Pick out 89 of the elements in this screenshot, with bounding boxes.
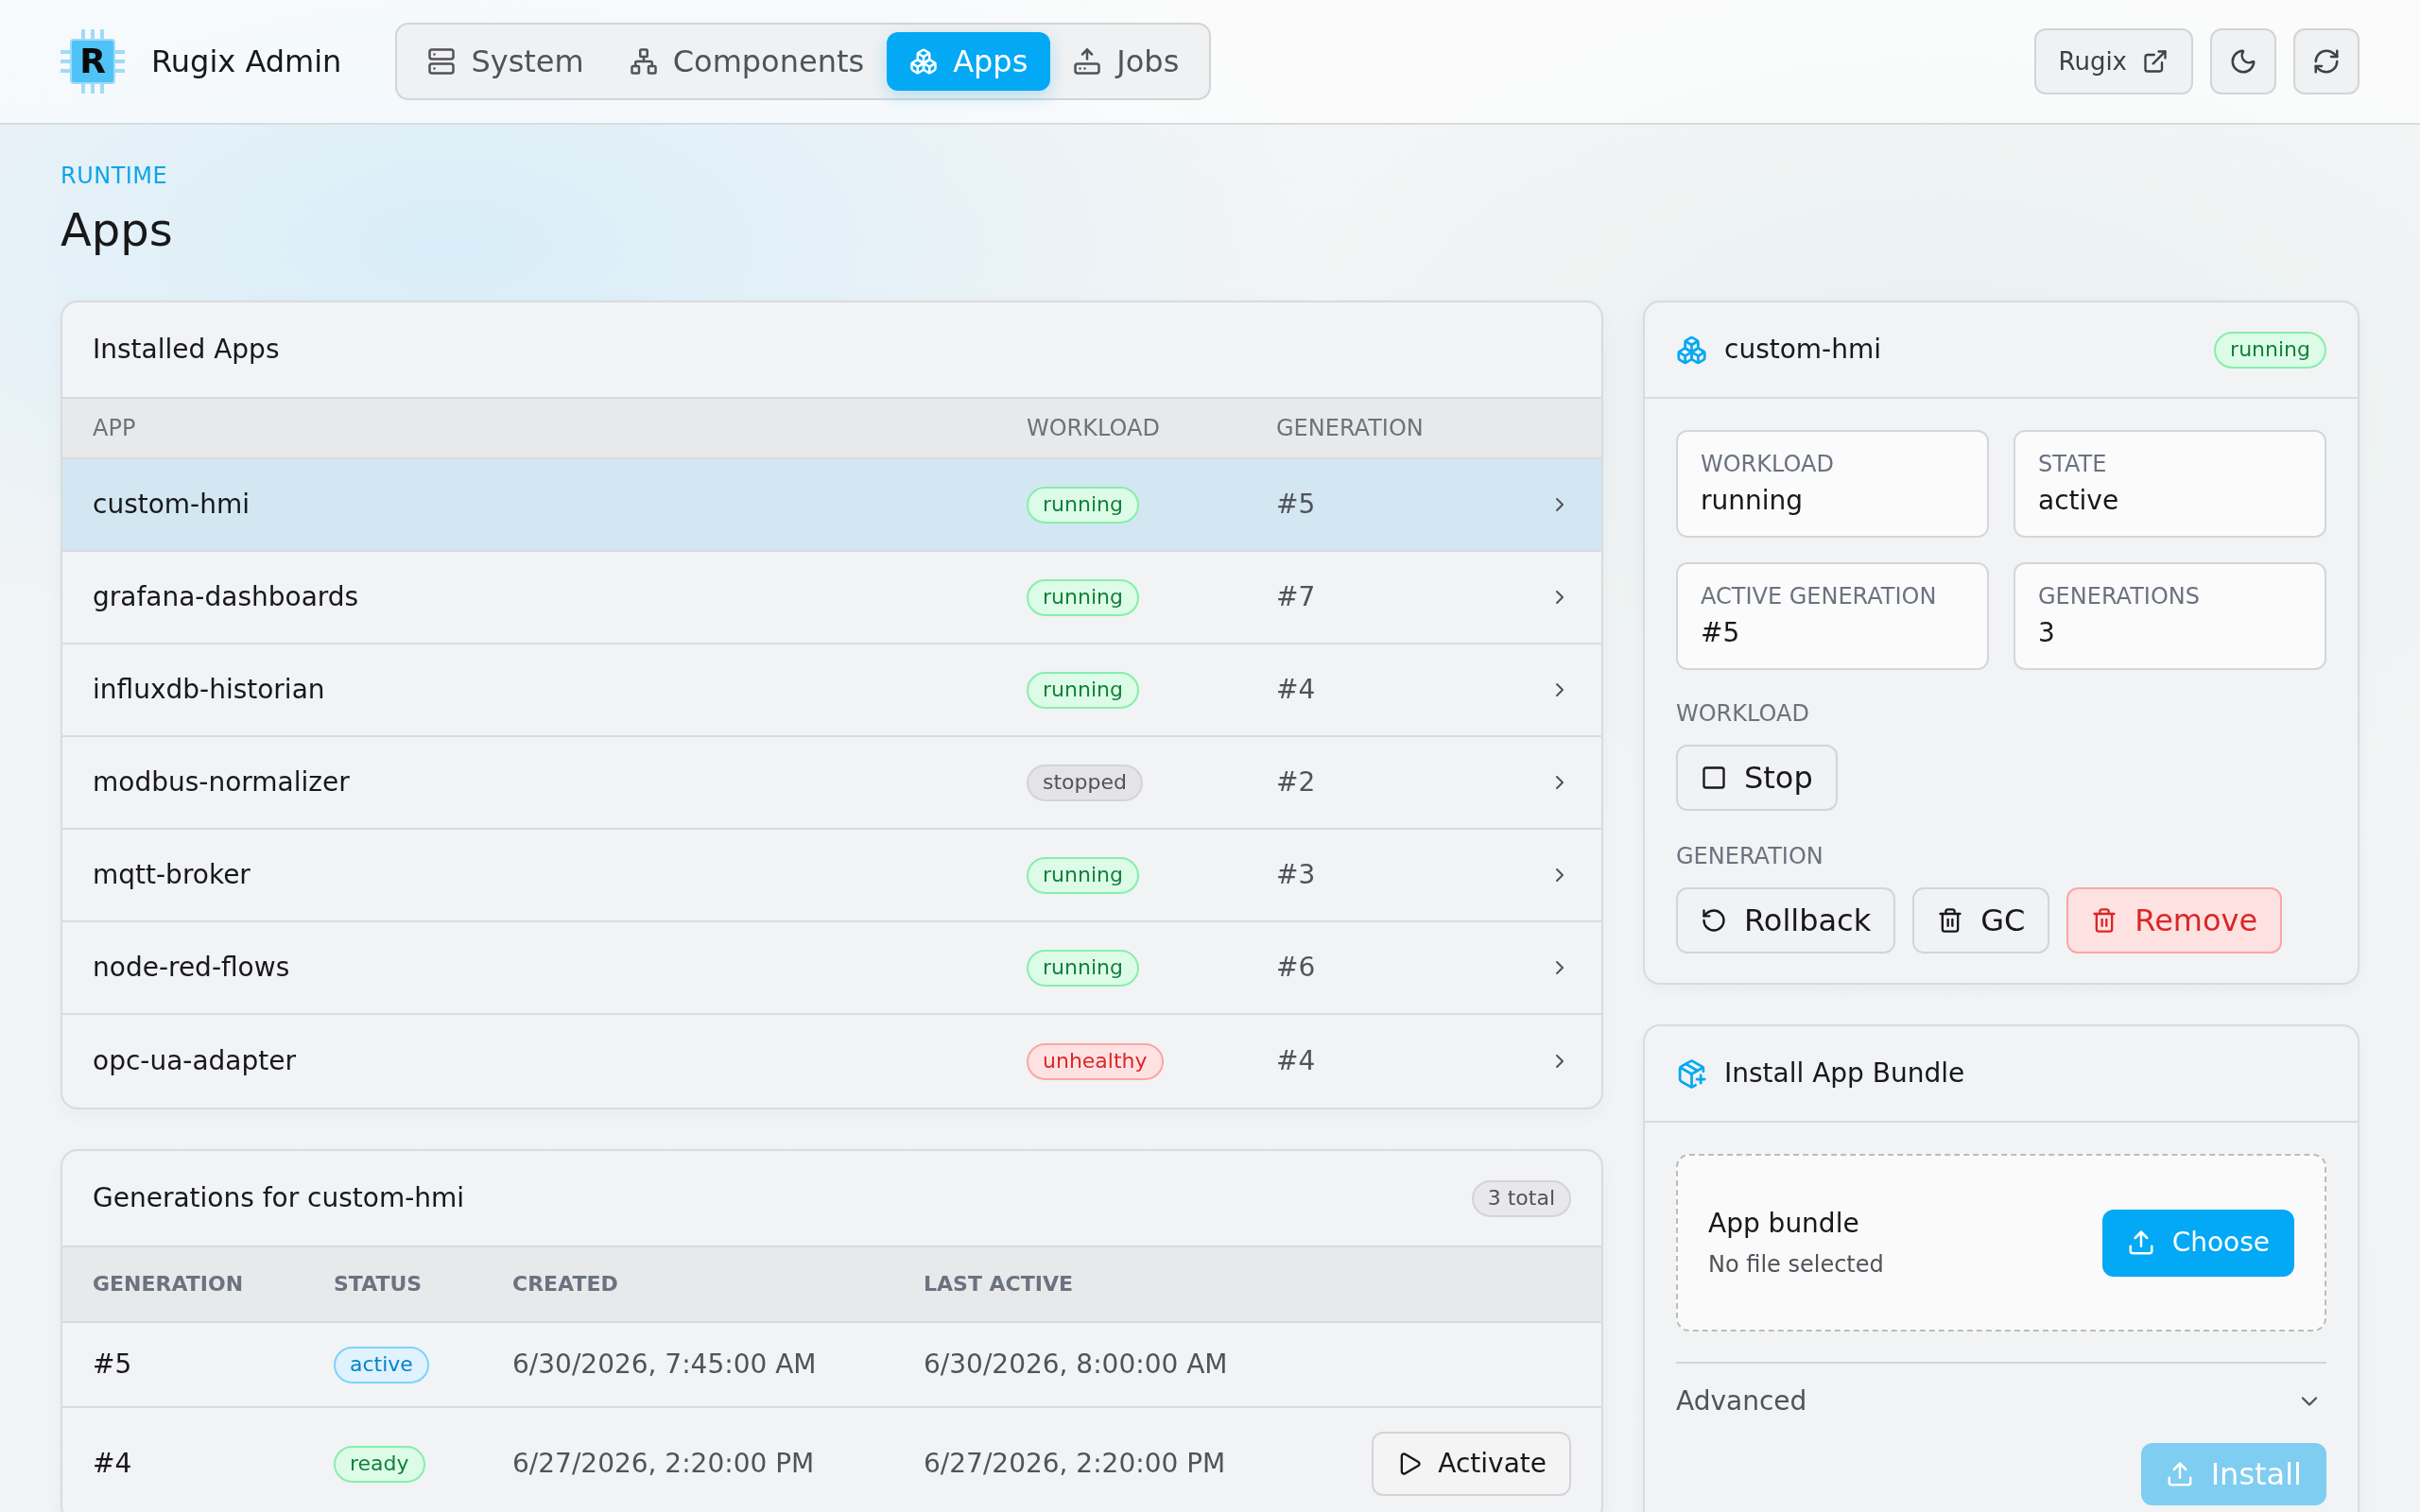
- table-row[interactable]: modbus-normalizer stopped #2: [62, 737, 1601, 830]
- table-cell: custom-hmi: [93, 488, 251, 522]
- table-cell: #4: [1276, 673, 1316, 707]
- nav-tab[interactable]: Jobs: [1050, 32, 1202, 91]
- card-title: Installed Apps: [93, 333, 280, 367]
- status-badge: running: [1027, 578, 1139, 616]
- stat-label: ACTIVE GENERATION: [1701, 583, 1937, 610]
- column-header: APP: [93, 414, 136, 442]
- table-cell: #4: [1276, 1044, 1316, 1078]
- advanced-toggle[interactable]: Advanced: [1676, 1384, 2326, 1418]
- refresh-icon: [2312, 47, 2341, 76]
- column-header: CREATED: [512, 1271, 618, 1297]
- column-header: STATUS: [334, 1271, 423, 1297]
- table-cell: #4: [93, 1447, 132, 1481]
- table-cell: 6/27/2026, 2:20:00 PM: [924, 1447, 1226, 1481]
- column-header: LAST ACTIVE: [924, 1271, 1073, 1297]
- column-header: GENERATION: [93, 1271, 244, 1297]
- page-eyebrow: RUNTIME: [60, 162, 168, 191]
- table-row[interactable]: custom-hmi running #5: [62, 459, 1601, 552]
- undo-icon: [1701, 907, 1727, 934]
- status-badge: stopped: [1027, 764, 1143, 801]
- action-button[interactable]: GC: [1912, 887, 2050, 954]
- file-status: No file selected: [1708, 1250, 1884, 1279]
- status-badge: running: [1027, 486, 1139, 524]
- stat-value: 3: [2038, 617, 2055, 649]
- table-row[interactable]: mqtt-broker running #3: [62, 830, 1601, 922]
- action-button[interactable]: Rollback: [1676, 887, 1896, 954]
- column-header: GENERATION: [1276, 414, 1424, 442]
- cubes-icon: [1676, 334, 1707, 366]
- card-title: custom-hmi: [1724, 333, 1882, 367]
- page-title: Apps: [60, 203, 173, 256]
- action-button[interactable]: Remove: [2066, 887, 2283, 954]
- table-row[interactable]: influxdb-historian running #4: [62, 644, 1601, 737]
- table-cell: #7: [1276, 580, 1316, 614]
- table-cell: #2: [1276, 765, 1316, 799]
- nav-tab[interactable]: System: [405, 32, 607, 91]
- stat-label: STATE: [2038, 451, 2107, 477]
- stat-label: GENERATIONS: [2038, 583, 2200, 610]
- activate-button[interactable]: Activate: [1372, 1432, 1571, 1496]
- stat-label: WORKLOAD: [1701, 451, 1834, 477]
- table-cell: node-red-flows: [93, 951, 290, 985]
- status-badge: unhealthy: [1027, 1042, 1164, 1080]
- stat-value: #5: [1701, 617, 1740, 649]
- nav-tab[interactable]: Components: [606, 32, 888, 91]
- file-drop-field[interactable]: App bundle No file selected Choose: [1676, 1154, 2326, 1332]
- status-badge: running: [1027, 949, 1139, 987]
- table-cell: #5: [1276, 488, 1316, 522]
- table-cell: 6/27/2026, 2:20:00 PM: [512, 1447, 815, 1481]
- server-icon: [427, 47, 457, 76]
- table-cell: #6: [1276, 951, 1316, 985]
- external-link-icon: [2142, 48, 2169, 75]
- card-title: Generations for custom-hmi: [93, 1181, 465, 1215]
- status-badge: running: [1027, 671, 1139, 709]
- table-row[interactable]: grafana-dashboards running #7: [62, 552, 1601, 644]
- status-badge: ready: [334, 1445, 425, 1483]
- chip-logo: R: [60, 29, 125, 94]
- table-cell: grafana-dashboards: [93, 580, 359, 614]
- section-label: WORKLOAD: [1676, 700, 1809, 727]
- column-header: WORKLOAD: [1027, 414, 1160, 442]
- network-icon: [629, 47, 658, 76]
- count-badge: 3 total: [1471, 1179, 1571, 1217]
- refresh-button[interactable]: [2293, 28, 2360, 94]
- table-cell: 6/30/2026, 7:45:00 AM: [512, 1348, 817, 1382]
- table-cell: influxdb-historian: [93, 673, 325, 707]
- status-badge: running: [1027, 856, 1139, 894]
- square-icon: [1701, 765, 1727, 791]
- stat-value: active: [2038, 485, 2119, 517]
- brand-name: Rugix Admin: [151, 43, 342, 80]
- table-cell: 6/30/2026, 8:00:00 AM: [924, 1348, 1228, 1382]
- status-badge: running: [2214, 331, 2326, 369]
- moon-icon: [2229, 47, 2257, 76]
- drive-upload-icon: [1073, 47, 1102, 76]
- section-label: GENERATION: [1676, 843, 1824, 869]
- theme-button[interactable]: [2210, 28, 2276, 94]
- status-badge: active: [334, 1346, 429, 1383]
- card-title: Install App Bundle: [1724, 1057, 1965, 1091]
- table-cell: #3: [1276, 858, 1316, 892]
- action-button[interactable]: Stop: [1676, 745, 1838, 811]
- cubes-icon: [909, 47, 939, 76]
- table-cell: modbus-normalizer: [93, 765, 350, 799]
- table-cell: mqtt-broker: [93, 858, 251, 892]
- table-cell: opc-ua-adapter: [93, 1044, 296, 1078]
- table-cell: #5: [93, 1348, 132, 1382]
- table-row[interactable]: node-red-flows running #6: [62, 922, 1601, 1015]
- field-label: App bundle: [1708, 1207, 1860, 1241]
- link-button[interactable]: Rugix: [2033, 28, 2193, 94]
- table-row[interactable]: opc-ua-adapter unhealthy #4: [62, 1015, 1601, 1108]
- stat-value: running: [1701, 485, 1804, 517]
- package-plus-icon: [1676, 1057, 1707, 1090]
